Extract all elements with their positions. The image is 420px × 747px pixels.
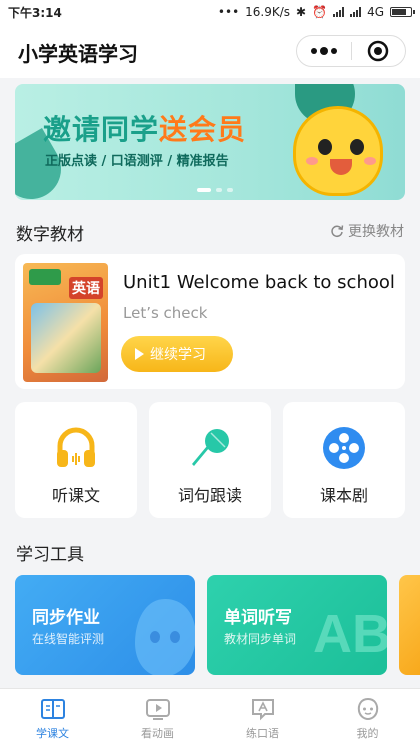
banner-subtitle: 正版点读 / 口语测评 / 精准报告: [45, 154, 229, 169]
film-reel-icon: [323, 427, 365, 469]
mascot-chick-image: [293, 106, 383, 196]
cover-illustration: [31, 303, 101, 373]
status-right: ••• 16.9K/s ✱ ⏰ 4G: [217, 5, 415, 19]
publisher-logo: [29, 269, 61, 285]
signal-icon: [333, 7, 345, 17]
current-book-card[interactable]: 英语 Unit1 Welcome back to school Let’s ch…: [15, 254, 405, 389]
title-bar: 小学英语学习: [0, 24, 420, 78]
tool-title: 同步作业: [32, 608, 100, 628]
carousel-dots: [197, 188, 233, 192]
alarm-icon: ⏰: [312, 5, 328, 19]
more-status-icon: •••: [217, 5, 240, 19]
mascot-silhouette-icon: [135, 599, 195, 675]
unit-title: Unit1 Welcome back to school: [123, 272, 395, 293]
feature-textbook-drama[interactable]: 课本剧: [283, 402, 405, 518]
tab-practice-speaking[interactable]: 练口语: [210, 689, 315, 747]
status-time: 下午3:14: [8, 5, 62, 20]
mascot-eye: [350, 139, 364, 155]
profile-face-icon: [357, 697, 378, 721]
section-title-tools: 学习工具: [16, 545, 84, 565]
network-type: 4G: [367, 5, 384, 19]
tab-watch-animation[interactable]: 看动画: [105, 689, 210, 747]
tab-mine[interactable]: 我的: [315, 689, 420, 747]
book-icon: [40, 699, 65, 719]
tool-word-dictation[interactable]: AB 单词听写 教材同步单词: [207, 575, 387, 675]
tab-learn-text[interactable]: 学课文: [0, 689, 105, 747]
tool-subtitle: 在线智能评测: [32, 632, 105, 646]
tab-label: 练口语: [246, 727, 279, 740]
bottom-tab-bar: 学课文 看动画 练口语 我的: [0, 688, 420, 747]
network-speed: 16.9K/s: [245, 5, 291, 19]
mascot-cheek: [306, 157, 318, 165]
tab-label: 学课文: [36, 727, 69, 740]
promo-banner[interactable]: 邀请同学送会员 正版点读 / 口语测评 / 精准报告: [15, 84, 405, 200]
signal-icon-2: [350, 7, 362, 17]
microphone-icon: [192, 429, 229, 466]
mascot-cheek: [364, 157, 376, 165]
tool-subtitle: 教材同步单词: [224, 632, 297, 646]
tool-sync-homework[interactable]: 同步作业 在线智能评测: [15, 575, 195, 675]
refresh-icon: [331, 225, 344, 238]
banner-headline-part1: 邀请同学: [43, 113, 160, 146]
battery-icon: [390, 7, 415, 17]
cover-title: 英语: [69, 277, 103, 299]
bluetooth-icon: ✱: [296, 5, 307, 19]
speech-bubble-icon: [251, 699, 274, 721]
feature-label: 听课文: [51, 486, 100, 505]
section-title-textbook: 数字教材: [16, 225, 84, 245]
headphones-icon: [57, 427, 95, 467]
banner-headline: 邀请同学送会员: [43, 108, 246, 148]
tab-label: 我的: [356, 727, 379, 740]
change-textbook-button[interactable]: 更换教材: [330, 221, 404, 241]
carousel-dot: [216, 188, 222, 192]
tool-card-partial[interactable]: [399, 575, 420, 675]
carousel-dot: [197, 188, 211, 192]
carousel-dot: [227, 188, 233, 192]
feature-label: 课本剧: [319, 486, 368, 505]
mini-program-capsule: [296, 35, 406, 67]
change-textbook-label: 更换教材: [348, 224, 404, 240]
banner-headline-part2: 送会员: [159, 113, 247, 146]
feature-listen-text[interactable]: 听课文: [15, 402, 137, 518]
mascot-eye: [318, 139, 332, 155]
target-close-icon[interactable]: [352, 36, 406, 66]
mascot-mouth: [330, 159, 352, 175]
feature-repeat-reading[interactable]: 词句跟读: [149, 402, 271, 518]
tool-title: 单词听写: [224, 608, 292, 628]
page-title: 小学英语学习: [18, 42, 138, 66]
continue-label: 继续学习: [150, 347, 206, 363]
status-bar: 下午3:14 ••• 16.9K/s ✱ ⏰ 4G: [0, 0, 420, 24]
feature-label: 词句跟读: [177, 486, 242, 505]
video-play-icon: [145, 699, 170, 720]
continue-learning-button[interactable]: 继续学习: [121, 336, 233, 372]
play-icon: [135, 348, 144, 360]
tab-label: 看动画: [141, 727, 174, 740]
book-cover-image: 英语: [23, 263, 108, 382]
lesson-name: Let’s check: [123, 304, 208, 322]
ab-letters-icon: AB: [313, 604, 387, 664]
more-dots-icon[interactable]: [297, 36, 351, 66]
